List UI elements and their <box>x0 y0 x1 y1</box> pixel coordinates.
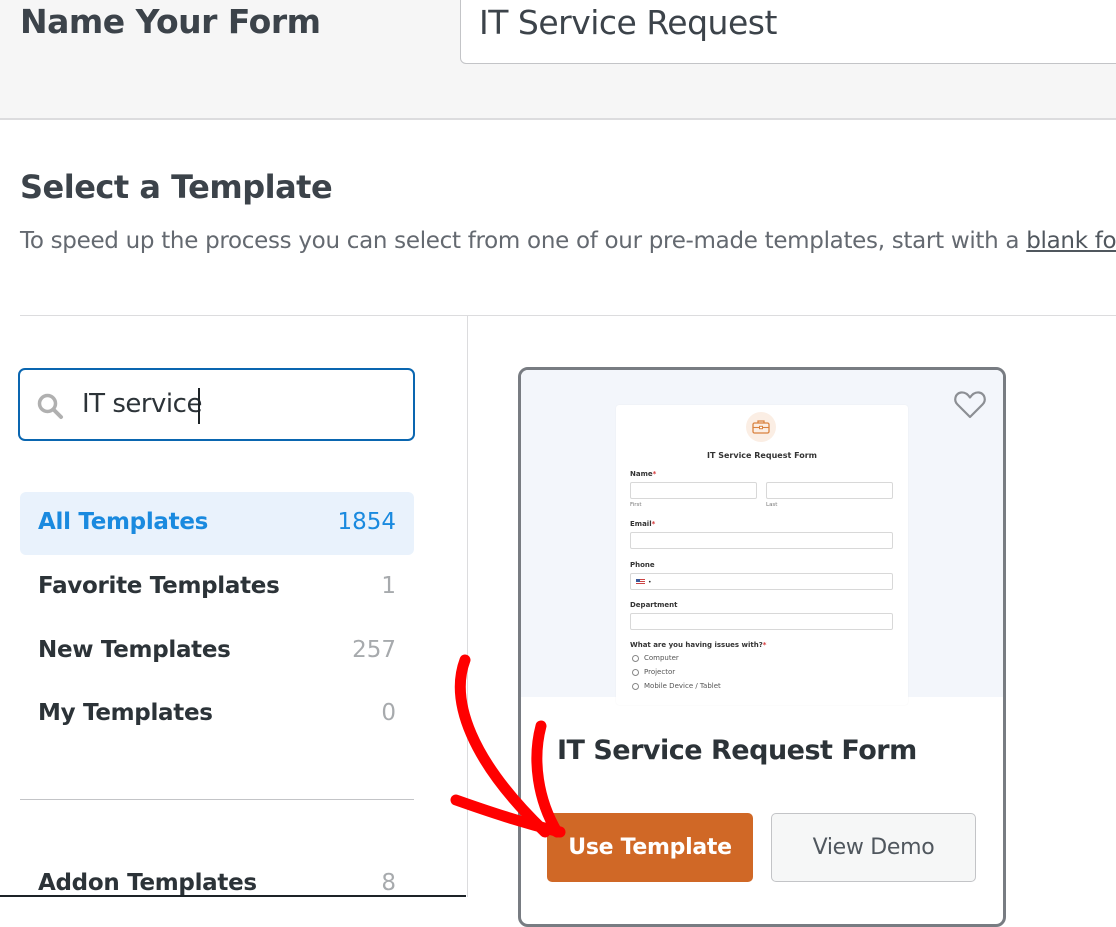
category-count: 257 <box>352 637 396 663</box>
category-label: All Templates <box>38 509 209 535</box>
preview-last-name-field <box>766 482 893 499</box>
preview-email-field <box>630 532 893 549</box>
preview-phone-label: Phone <box>630 561 655 569</box>
category-count: 1 <box>381 573 396 599</box>
template-preview[interactable]: IT Service Request Form Name* First Last… <box>521 370 1003 705</box>
category-count: 0 <box>381 700 396 726</box>
preview-question-label: What are you having issues with?* <box>630 641 767 649</box>
category-new-templates[interactable]: New Templates 257 <box>20 620 414 683</box>
search-icon <box>37 393 63 419</box>
briefcase-badge <box>746 412 776 442</box>
use-template-button[interactable]: Use Template <box>547 813 753 882</box>
template-card[interactable]: IT Service Request Form Name* First Last… <box>518 367 1006 927</box>
category-label: Favorite Templates <box>38 573 280 599</box>
section-description: To speed up the process you can select f… <box>20 228 1116 254</box>
preview-department-label: Department <box>630 601 678 609</box>
form-name-bar: Name Your Form IT Service Request <box>0 0 1116 120</box>
preview-option: Projector <box>632 668 675 676</box>
category-count: 1854 <box>337 509 396 535</box>
category-label: New Templates <box>38 637 231 663</box>
heart-outline-icon[interactable] <box>953 390 987 420</box>
category-my-templates[interactable]: My Templates 0 <box>20 683 414 746</box>
template-search-input[interactable] <box>82 384 402 424</box>
blank-form-link[interactable]: blank form <box>1026 228 1116 254</box>
category-label: Addon Templates <box>38 870 257 896</box>
preview-first-name-field <box>630 482 757 499</box>
preview-name-label: Name* <box>630 470 657 478</box>
form-name-label: Name Your Form <box>20 2 321 41</box>
form-preview: IT Service Request Form Name* First Last… <box>616 405 908 705</box>
preview-first-sub: First <box>630 502 642 508</box>
radio-icon <box>632 654 639 662</box>
horizontal-divider <box>20 315 1116 316</box>
category-count: 8 <box>381 870 396 896</box>
preview-title: IT Service Request Form <box>707 451 817 460</box>
category-label: My Templates <box>38 700 213 726</box>
preview-phone-field: • <box>630 573 893 590</box>
preview-option: Mobile Device / Tablet <box>632 682 721 690</box>
preview-last-sub: Last <box>766 502 778 508</box>
category-favorite-templates[interactable]: Favorite Templates 1 <box>20 556 414 619</box>
category-all-templates[interactable]: All Templates 1854 <box>20 492 414 555</box>
category-addon-templates[interactable]: Addon Templates 8 <box>20 853 414 916</box>
description-text: To speed up the process you can select f… <box>20 228 1027 254</box>
text-cursor <box>198 388 200 424</box>
vertical-divider <box>467 315 468 897</box>
section-title: Select a Template <box>20 168 333 206</box>
form-name-input[interactable]: IT Service Request <box>460 0 1116 64</box>
us-flag-icon <box>636 579 645 585</box>
view-demo-button[interactable]: View Demo <box>771 813 976 882</box>
category-divider <box>20 799 414 800</box>
radio-icon <box>632 682 639 690</box>
preview-email-label: Email* <box>630 520 656 528</box>
template-name: IT Service Request Form <box>557 735 917 766</box>
template-search-box[interactable] <box>18 368 415 441</box>
dropdown-dot: • <box>648 579 652 586</box>
preview-option: Computer <box>632 654 679 662</box>
radio-icon <box>632 668 639 676</box>
briefcase-icon <box>752 420 770 434</box>
preview-department-field <box>630 613 893 630</box>
